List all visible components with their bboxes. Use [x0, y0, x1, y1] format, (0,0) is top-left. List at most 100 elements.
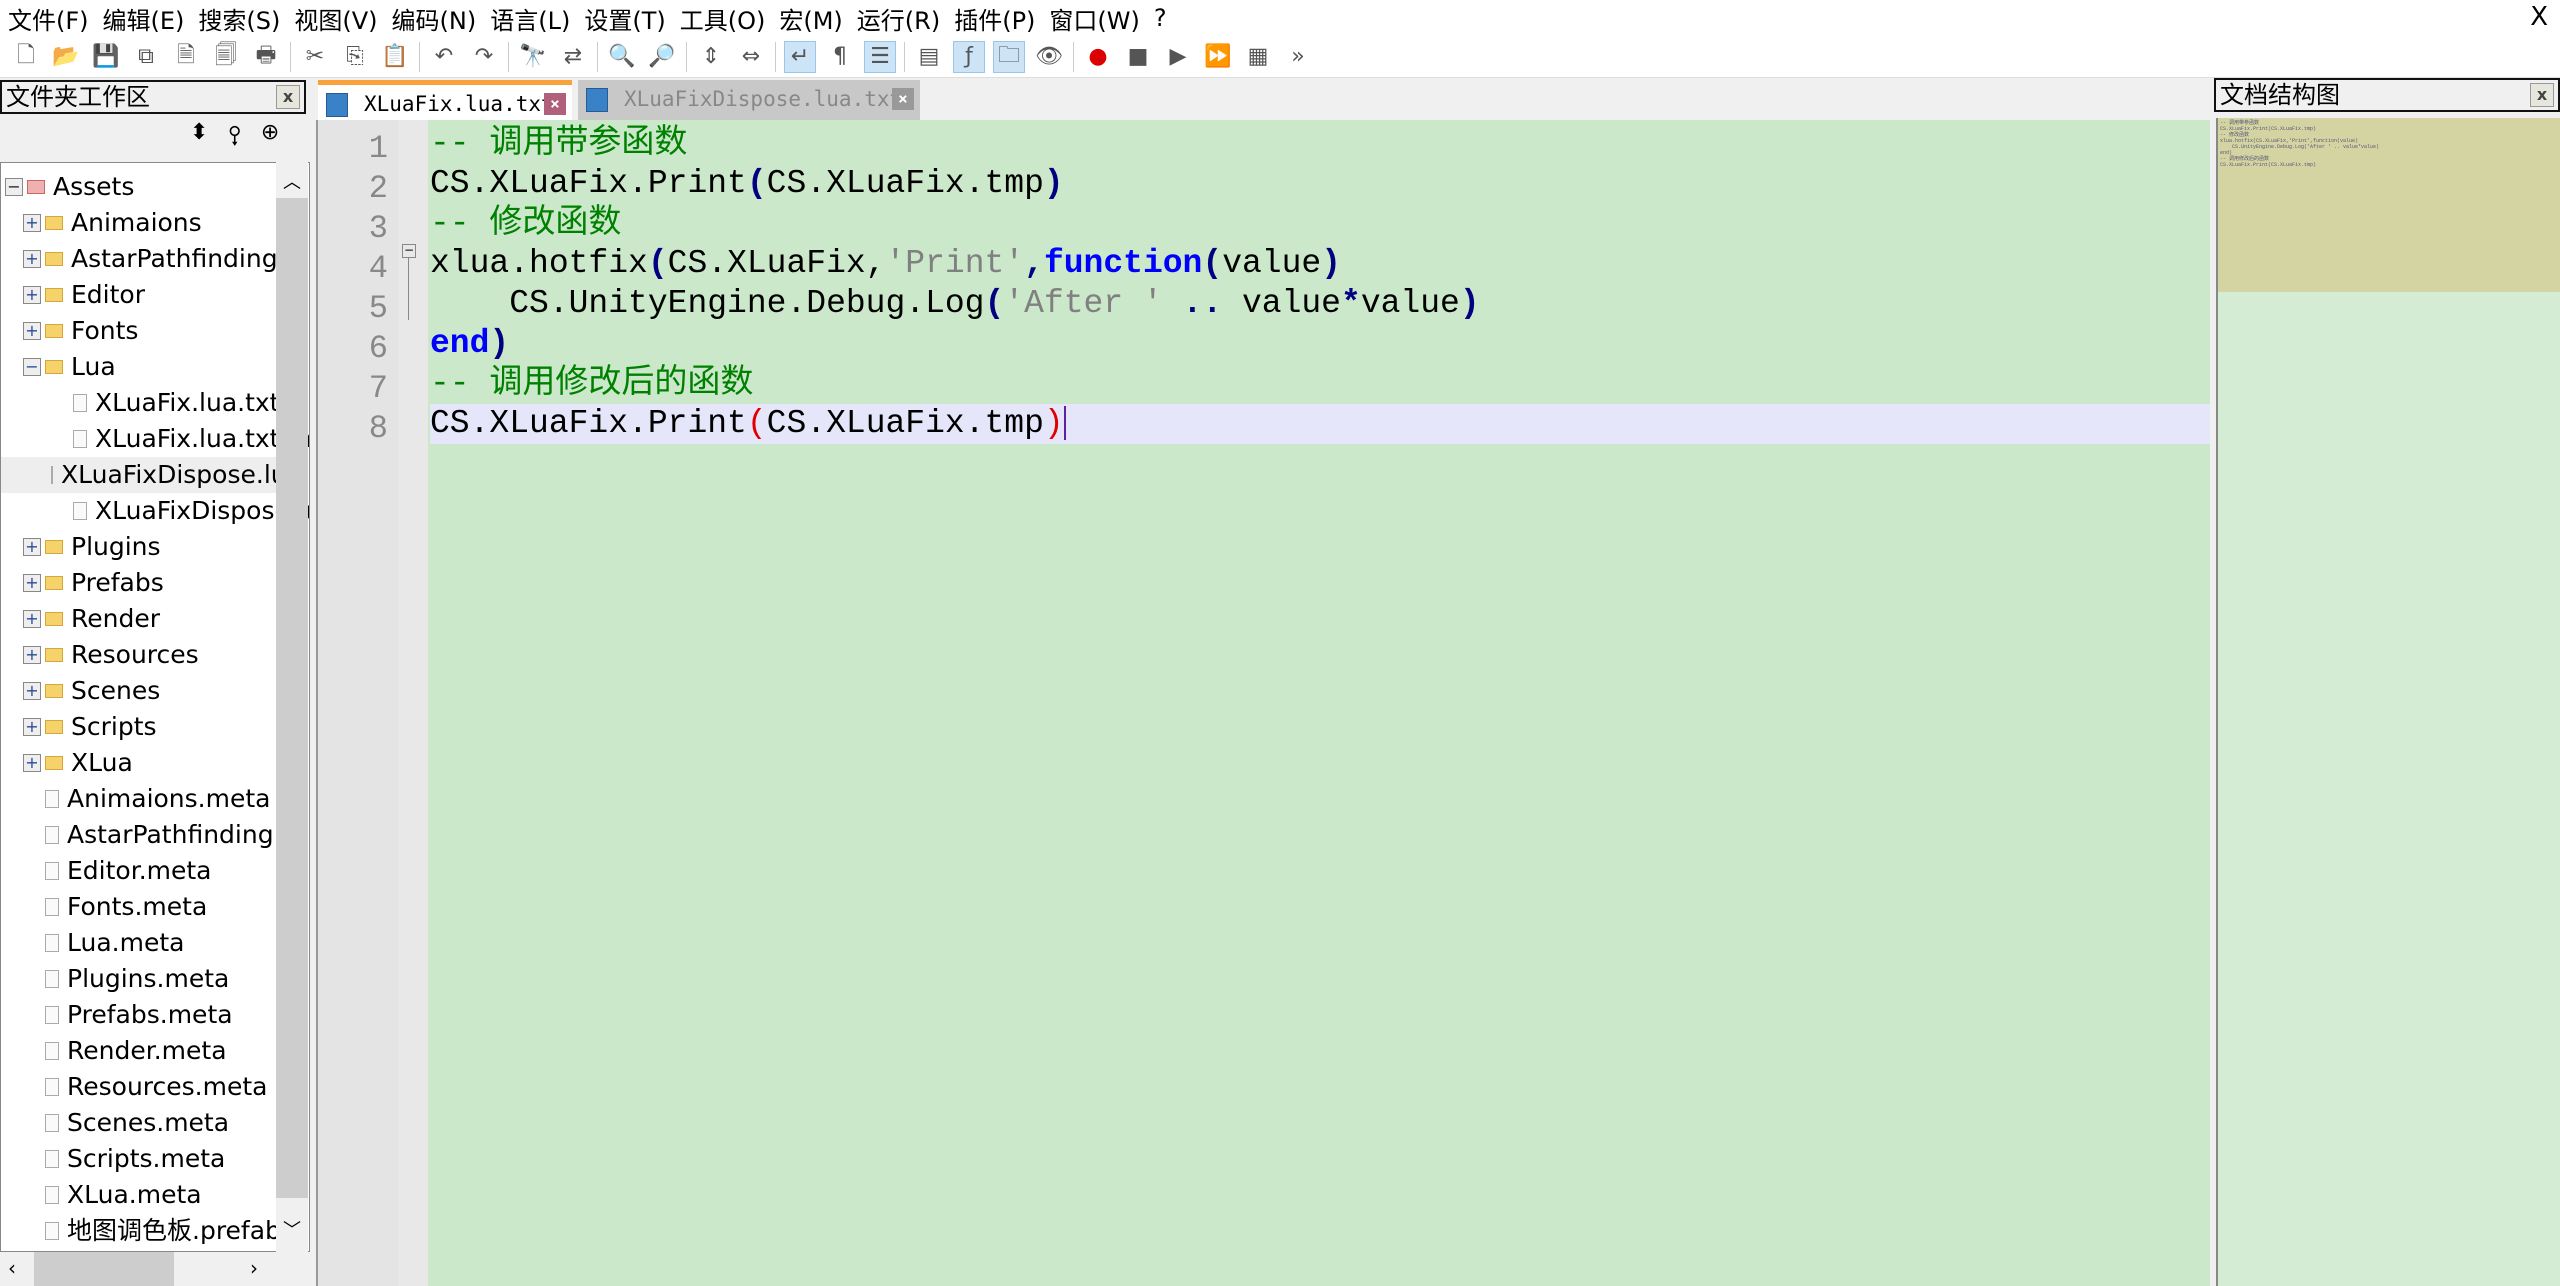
overflow-icon[interactable]: »	[1282, 41, 1314, 73]
close-tab-icon[interactable]: ×	[892, 88, 914, 110]
tree-item[interactable]: + Editor	[1, 277, 145, 313]
close-app-button[interactable]: X	[2530, 2, 2548, 32]
tree-item[interactable]: XLuaFix.lua.txt	[1, 385, 280, 421]
code-line[interactable]: CS.XLuaFix.Print(CS.XLuaFix.tmp)	[430, 404, 2210, 444]
scrollbar-thumb[interactable]	[34, 1252, 174, 1286]
tree-item[interactable]: + Fonts	[1, 313, 138, 349]
tree-item[interactable]: Scenes.meta	[1, 1105, 229, 1141]
replace-icon[interactable]: ⇄	[557, 41, 589, 73]
code-line[interactable]: -- 调用修改后的函数	[430, 364, 753, 404]
monitoring-icon[interactable]: 👁	[1033, 41, 1065, 73]
show-all-chars-icon[interactable]: ¶	[824, 41, 856, 73]
function-list-icon[interactable]: ƒ	[953, 40, 985, 73]
close-tab-icon[interactable]: ×	[544, 93, 566, 115]
indent-guide-icon[interactable]: ☰	[864, 40, 896, 73]
scrollbar-thumb[interactable]	[276, 198, 308, 1198]
code-line[interactable]: CS.XLuaFix.Print(CS.XLuaFix.tmp)	[430, 164, 1064, 204]
word-wrap-icon[interactable]: ↵	[784, 40, 816, 73]
tree-item[interactable]: Scripts.meta	[1, 1141, 225, 1177]
tree-item[interactable]: Render.meta	[1, 1033, 227, 1069]
tree-item[interactable]: + Render	[1, 601, 160, 637]
save-all-icon[interactable]: ⧉	[130, 41, 162, 73]
tree-item[interactable]: + Resources	[1, 637, 199, 673]
print-icon[interactable]: 🖶	[250, 41, 282, 73]
code-line[interactable]: xlua.hotfix(CS.XLuaFix,'Print',function(…	[430, 244, 1341, 284]
collapse-all-icon[interactable]: ⯱	[228, 120, 240, 158]
tree-item[interactable]: + AstarPathfindingEd	[1, 241, 309, 277]
expand-toggle-icon[interactable]: +	[23, 646, 41, 664]
tree-item[interactable]: Plugins.meta	[1, 961, 229, 997]
tree-item[interactable]: + Prefabs	[1, 565, 164, 601]
expand-toggle-icon[interactable]: −	[23, 358, 41, 376]
close-icon[interactable]: 🗎	[170, 41, 202, 73]
menu-item[interactable]: 窗口(W)	[1041, 1, 1145, 36]
tree-item[interactable]: − Assets	[1, 169, 134, 205]
expand-toggle-icon[interactable]: +	[23, 682, 41, 700]
code-line[interactable]: end)	[430, 324, 509, 364]
tree-item[interactable]: + Animaions	[1, 205, 202, 241]
expand-toggle-icon[interactable]: +	[23, 250, 41, 268]
tree-item[interactable]: + XLua	[1, 745, 133, 781]
expand-toggle-icon[interactable]: +	[23, 610, 41, 628]
document-map[interactable]: -- 调用带参函数 CS.XLuaFix.Print(CS.XLuaFix.tm…	[2216, 118, 2560, 1286]
expand-toggle-icon[interactable]: −	[5, 178, 23, 196]
code-line[interactable]: -- 调用带参函数	[430, 124, 687, 164]
zoom-out-icon[interactable]: 🔎	[646, 41, 678, 73]
expand-toggle-icon[interactable]: +	[23, 214, 41, 232]
zoom-in-icon[interactable]: 🔍	[606, 41, 638, 73]
stop-record-icon[interactable]: ■	[1122, 41, 1154, 73]
record-macro-icon[interactable]: ●	[1082, 41, 1114, 73]
menu-item[interactable]: 文件(F)	[0, 1, 95, 36]
scroll-right-icon[interactable]: ›	[250, 1256, 258, 1280]
close-all-icon[interactable]: 🗐	[210, 41, 242, 73]
vertical-scrollbar[interactable]: ︿ ﹀	[276, 162, 308, 1252]
menu-item[interactable]: 搜索(S)	[190, 1, 286, 36]
expand-collapse-icon[interactable]: ⬍	[190, 120, 208, 158]
tree-item[interactable]: + Plugins	[1, 529, 161, 565]
expand-toggle-icon[interactable]: +	[23, 754, 41, 772]
sync-horizontal-icon[interactable]: ⇔	[735, 41, 767, 73]
tree-item[interactable]: Lua.meta	[1, 925, 184, 961]
tree-item[interactable]: XLuaFixDispose.lu	[1, 457, 287, 493]
menu-item[interactable]: ?	[1146, 4, 1173, 32]
copy-icon[interactable]: ⎘	[339, 41, 371, 73]
menu-item[interactable]: 插件(P)	[946, 1, 1041, 36]
menu-item[interactable]: 运行(R)	[849, 1, 946, 36]
tree-item[interactable]: XLuaFix.lua.txt.m	[1, 421, 309, 457]
tree-item[interactable]: Animaions.meta	[1, 781, 270, 817]
close-panel-button[interactable]: x	[2530, 83, 2554, 107]
expand-toggle-icon[interactable]: +	[23, 322, 41, 340]
locate-file-icon[interactable]: ⊕	[261, 120, 279, 158]
run-macro-multiple-icon[interactable]: ⏩	[1202, 41, 1234, 73]
menu-item[interactable]: 编码(N)	[384, 1, 483, 36]
menu-item[interactable]: 工具(O)	[672, 1, 772, 36]
expand-toggle-icon[interactable]: +	[23, 574, 41, 592]
menu-item[interactable]: 设置(T)	[576, 1, 671, 36]
code-line[interactable]: -- 修改函数	[430, 204, 621, 244]
expand-toggle-icon[interactable]: +	[23, 718, 41, 736]
menu-item[interactable]: 语言(L)	[482, 1, 576, 36]
fold-toggle-icon[interactable]: −	[402, 244, 416, 258]
tree-item[interactable]: Editor.meta	[1, 853, 212, 889]
tree-item[interactable]: Prefabs.meta	[1, 997, 233, 1033]
play-macro-icon[interactable]: ▶	[1162, 41, 1194, 73]
document-map-viewport[interactable]: -- 调用带参函数 CS.XLuaFix.Print(CS.XLuaFix.tm…	[2218, 118, 2560, 292]
tree-item[interactable]: Resources.meta	[1, 1069, 267, 1105]
code-area[interactable]: 12345678 − -- 调用带参函数 CS.XLuaFix.Print(CS.…	[316, 120, 2210, 1286]
open-file-icon[interactable]: 📂	[50, 41, 82, 73]
horizontal-scrollbar[interactable]: ‹ ›	[0, 1252, 310, 1286]
tree-item[interactable]: Fonts.meta	[1, 889, 207, 925]
new-file-icon[interactable]: 🗋	[10, 41, 42, 73]
tree-item[interactable]: AstarPathfindingEd	[1, 817, 305, 853]
save-macro-icon[interactable]: ▦	[1242, 41, 1274, 73]
tree-item[interactable]: XLua.meta	[1, 1177, 202, 1213]
save-icon[interactable]: 💾	[90, 41, 122, 73]
redo-icon[interactable]: ↷	[468, 41, 500, 73]
find-icon[interactable]: 🔭	[517, 41, 549, 73]
scroll-left-icon[interactable]: ‹	[8, 1256, 16, 1280]
tree-item[interactable]: + Scripts	[1, 709, 157, 745]
tree-item[interactable]: + Scenes	[1, 673, 160, 709]
sync-vertical-icon[interactable]: ⇕	[695, 41, 727, 73]
menu-item[interactable]: 视图(V)	[286, 1, 383, 36]
folder-workspace-icon[interactable]: 🗀	[993, 40, 1025, 73]
